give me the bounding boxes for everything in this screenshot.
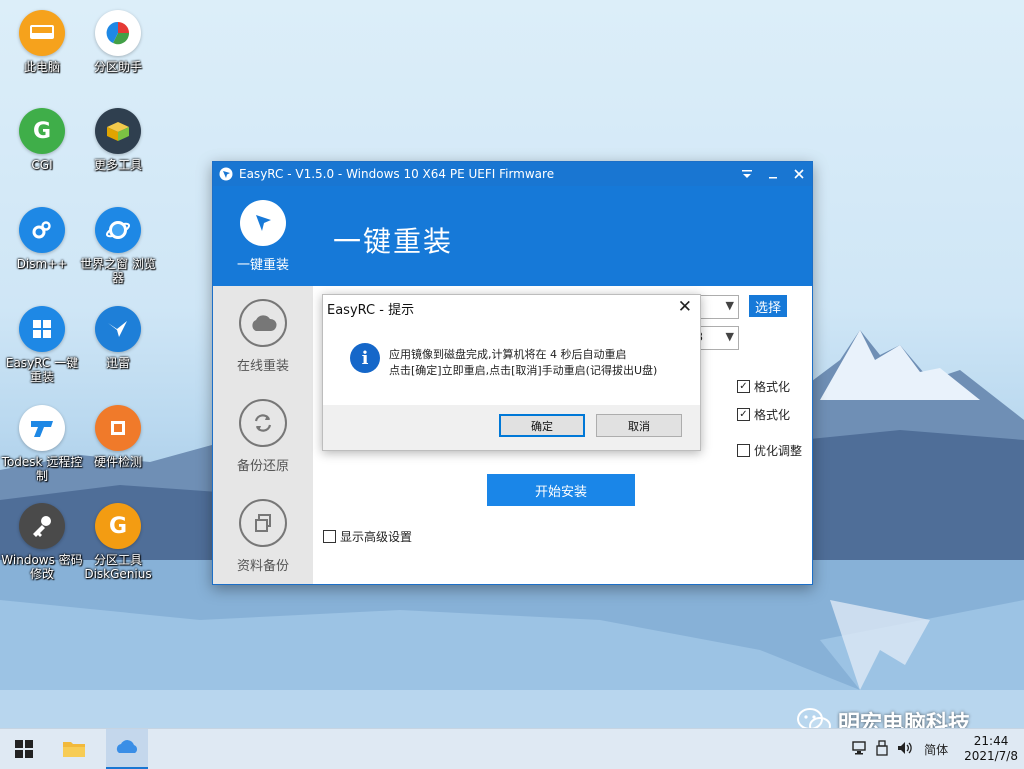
start-install-button[interactable]: 开始安装 bbox=[487, 474, 635, 506]
diskgenius-icon: G bbox=[95, 503, 141, 549]
desktop-icon-label: Dism++ bbox=[16, 257, 68, 271]
info-icon: i bbox=[350, 343, 380, 373]
desktop-icon[interactable]: 更多工具 bbox=[76, 108, 160, 172]
copy-icon bbox=[239, 498, 287, 547]
desktop-icon[interactable]: 世界之窗 浏览器 bbox=[76, 207, 160, 285]
cgi-icon: G bbox=[19, 108, 65, 154]
computer-icon bbox=[19, 10, 65, 56]
start-button[interactable] bbox=[4, 729, 44, 769]
checkbox-label: 格式化 bbox=[754, 380, 791, 394]
sidebar-item-backup-restore[interactable]: 备份还原 bbox=[213, 386, 313, 486]
arrow-cursor-icon bbox=[240, 199, 286, 246]
folder-icon bbox=[63, 742, 85, 757]
dialog-footer: 确定 取消 bbox=[323, 405, 700, 450]
dialog-message-line2: 点击[确定]立即重启,点击[取消]手动重启(记得拔出U盘) bbox=[389, 364, 658, 377]
ime-indicator[interactable]: 简体 bbox=[924, 741, 948, 758]
app-icon bbox=[219, 167, 233, 181]
system-tray: 简体 21:44 2021/7/8 bbox=[848, 729, 1024, 769]
desktop-icon[interactable]: 此电脑 bbox=[0, 10, 84, 74]
volume-icon[interactable] bbox=[896, 740, 914, 759]
clock-date: 2021/7/8 bbox=[964, 749, 1018, 763]
optimize-checkbox[interactable]: 优化调整 bbox=[737, 442, 802, 459]
desktop-icon-label: 分区助手 bbox=[93, 60, 142, 74]
close-icon[interactable] bbox=[786, 162, 812, 186]
sidebar-item-online-reinstall[interactable]: 在线重装 bbox=[213, 286, 313, 386]
clock[interactable]: 21:44 2021/7/8 bbox=[964, 734, 1018, 764]
cloud-icon bbox=[239, 298, 287, 347]
desktop-icon-label: 迅雷 bbox=[105, 356, 130, 370]
dialog-body: i 应用镜像到磁盘完成,计算机将在 4 秒后自动重启 点击[确定]立即重启,点击… bbox=[323, 321, 700, 405]
select-button[interactable]: 选择 bbox=[749, 295, 787, 317]
desktop-icon-label: 分区工具 DiskGenius bbox=[84, 553, 152, 581]
key-icon bbox=[19, 503, 65, 549]
todesk-icon bbox=[19, 405, 65, 451]
chevron-down-icon: ▼ bbox=[725, 330, 734, 343]
dialog-message-line1: 应用镜像到磁盘完成,计算机将在 4 秒后自动重启 bbox=[389, 348, 627, 361]
desktop-icon-label: EasyRC 一键重装 bbox=[5, 356, 79, 384]
desktop-icon[interactable]: Todesk 远程控制 bbox=[0, 405, 84, 483]
cancel-button[interactable]: 取消 bbox=[596, 414, 682, 437]
checkbox-checked-icon: ✓ bbox=[737, 408, 750, 421]
easyrc-taskbar-icon bbox=[116, 740, 138, 753]
desktop-icon-label: 硬件检测 bbox=[93, 455, 142, 469]
desktop-icon-label: 此电脑 bbox=[23, 60, 60, 74]
ok-button[interactable]: 确定 bbox=[499, 414, 585, 437]
xunlei-icon bbox=[95, 306, 141, 352]
network-icon[interactable] bbox=[852, 740, 868, 759]
sidebar-item-label: 备份还原 bbox=[236, 458, 289, 474]
desktop-icon-label: CGI bbox=[31, 158, 53, 172]
desktop-icon[interactable]: Dism++ bbox=[0, 207, 84, 271]
checkbox-unchecked-icon bbox=[323, 530, 336, 543]
partition-assistant-icon bbox=[95, 10, 141, 56]
desktop-icon[interactable]: EasyRC 一键重装 bbox=[0, 306, 84, 384]
browser-icon bbox=[95, 207, 141, 253]
desktop-icon[interactable]: G 分区工具 DiskGenius bbox=[76, 503, 160, 581]
dialog-close-icon[interactable]: ✕ bbox=[678, 297, 692, 317]
checkbox-unchecked-icon bbox=[737, 444, 750, 457]
format-checkbox-1[interactable]: ✓ 格式化 bbox=[737, 378, 790, 395]
desktop-icon[interactable]: G CGI bbox=[0, 108, 84, 172]
refresh-icon bbox=[239, 398, 287, 447]
dialog-title: EasyRC - 提示 bbox=[327, 302, 415, 318]
menu-icon[interactable] bbox=[734, 162, 760, 186]
desktop-icon-label: Windows 密码修改 bbox=[1, 553, 83, 581]
clock-time: 21:44 bbox=[973, 734, 1009, 748]
dism-icon bbox=[19, 207, 65, 253]
window-title: EasyRC - V1.5.0 - Windows 10 X64 PE UEFI… bbox=[239, 167, 555, 181]
sidebar-item-label: 资料备份 bbox=[236, 558, 289, 574]
page-title: 一键重装 bbox=[333, 225, 454, 258]
desktop-icon[interactable]: 分区助手 bbox=[76, 10, 160, 74]
format-checkbox-2[interactable]: ✓ 格式化 bbox=[737, 406, 790, 423]
sidebar-item-label: 在线重装 bbox=[236, 358, 289, 374]
desktop-icon-label: Todesk 远程控制 bbox=[1, 455, 83, 483]
chevron-down-icon: ▼ bbox=[725, 299, 734, 312]
window-titlebar[interactable]: EasyRC - V1.5.0 - Windows 10 X64 PE UEFI… bbox=[213, 162, 812, 186]
sidebar-item-one-key-reinstall[interactable]: 一键重装 bbox=[213, 186, 313, 286]
minimize-icon[interactable] bbox=[760, 162, 786, 186]
checkbox-label: 格式化 bbox=[754, 408, 791, 422]
desktop-icon-label: 更多工具 bbox=[93, 158, 142, 172]
checkbox-checked-icon: ✓ bbox=[737, 380, 750, 393]
desktop-icon-label: 世界之窗 浏览器 bbox=[80, 257, 156, 285]
desktop-icon[interactable]: Windows 密码修改 bbox=[0, 503, 84, 581]
checkbox-label: 显示高级设置 bbox=[340, 530, 413, 544]
taskbar: 简体 21:44 2021/7/8 bbox=[0, 728, 1024, 769]
checkbox-label: 优化调整 bbox=[754, 444, 803, 458]
show-advanced-checkbox[interactable]: 显示高级设置 bbox=[323, 528, 412, 545]
sidebar-item-label: 一键重装 bbox=[236, 257, 289, 273]
restart-dialog: EasyRC - 提示 ✕ i 应用镜像到磁盘完成,计算机将在 4 秒后自动重启… bbox=[322, 294, 701, 451]
taskbar-easyrc[interactable] bbox=[106, 729, 148, 769]
dialog-titlebar[interactable]: EasyRC - 提示 ✕ bbox=[323, 295, 700, 321]
sidebar-item-data-backup[interactable]: 资料备份 bbox=[213, 486, 313, 586]
sidebar: 一键重装 在线重装 备份还原 资料备份 bbox=[213, 186, 313, 584]
header-banner: 一键重装 bbox=[313, 186, 812, 286]
desktop-icon[interactable]: 迅雷 bbox=[76, 306, 160, 370]
usb-icon[interactable] bbox=[876, 739, 888, 759]
more-tools-icon bbox=[95, 108, 141, 154]
taskbar-file-explorer[interactable] bbox=[54, 729, 94, 769]
hardware-check-icon bbox=[95, 405, 141, 451]
desktop-icon[interactable]: 硬件检测 bbox=[76, 405, 160, 469]
windows-icon bbox=[15, 740, 33, 758]
easyrc-icon bbox=[19, 306, 65, 352]
